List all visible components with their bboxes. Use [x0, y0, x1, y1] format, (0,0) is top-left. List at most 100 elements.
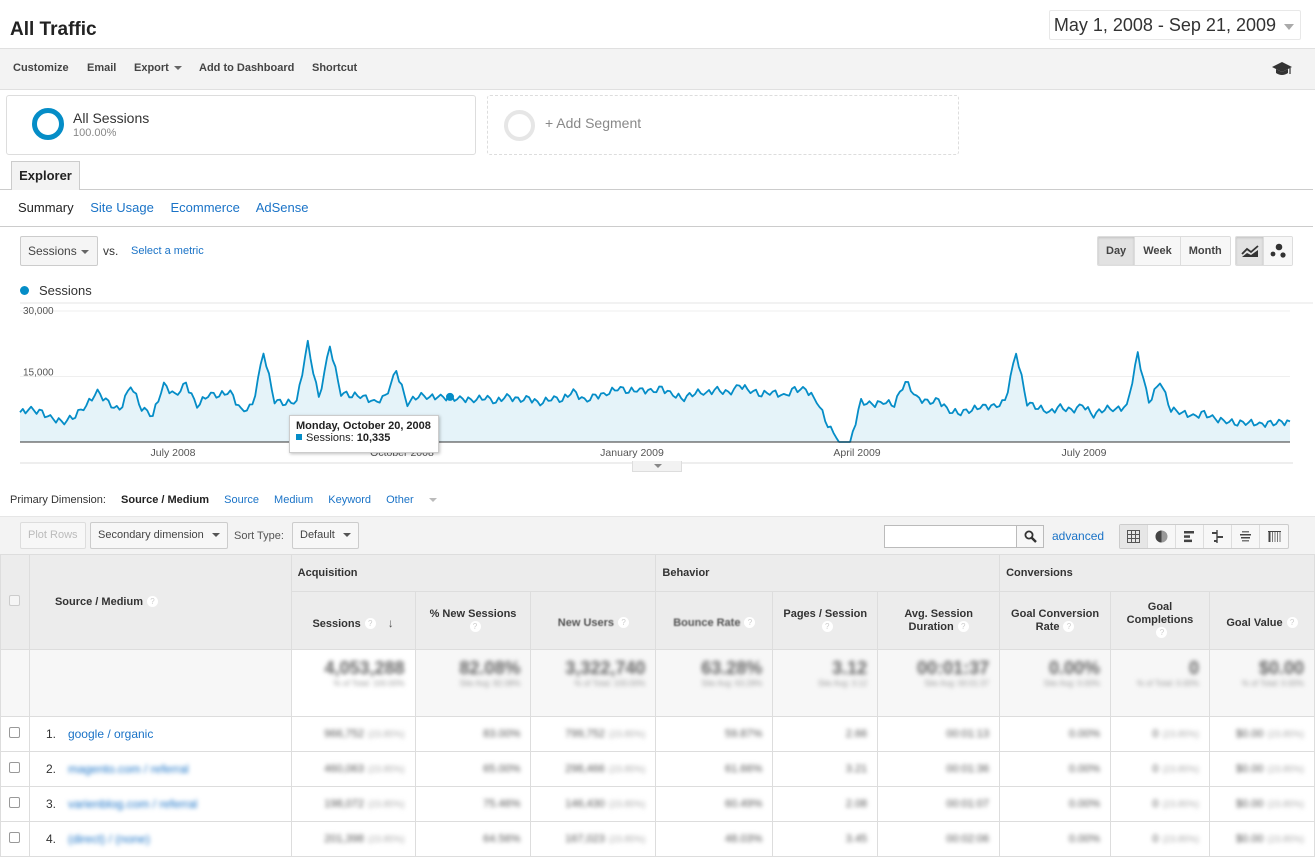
tab-explorer[interactable]: Explorer	[11, 161, 80, 190]
explorer-subtabs: Summary Site Usage Ecommerce AdSense	[18, 200, 322, 215]
date-range-picker[interactable]: May 1, 2008 - Sep 21, 2009	[1048, 10, 1301, 40]
help-icon[interactable]: ?	[957, 620, 969, 632]
row-metric-cell: 3.21	[772, 751, 879, 787]
col-goal-value[interactable]: Goal Value?	[1208, 591, 1315, 650]
select-metric-link[interactable]: Select a metric	[131, 245, 204, 257]
col-goal-completions[interactable]: Goal Completions?	[1110, 591, 1210, 650]
help-icon[interactable]: ?	[618, 617, 630, 628]
term-cloud-view-button[interactable]	[1232, 525, 1260, 548]
help-icon[interactable]: ?	[146, 596, 158, 607]
month-button[interactable]: Month	[1180, 237, 1230, 265]
table-search-input[interactable]	[884, 525, 1017, 548]
sessions-chart[interactable]: 30,00015,000July 2008 October 2008 January…	[0, 300, 1315, 465]
week-button[interactable]: Week	[1135, 237, 1181, 265]
select-all-checkbox[interactable]	[9, 595, 21, 606]
col-new-sessions-pct[interactable]: % New Sessions?	[414, 591, 532, 650]
help-icon[interactable]: ?	[744, 617, 756, 628]
email-button[interactable]: Email	[87, 62, 116, 74]
chevron-down-icon	[428, 498, 437, 503]
dimension-header[interactable]: Source / Medium?	[28, 554, 292, 650]
page-title: All Traffic	[10, 19, 97, 40]
help-icon[interactable]: ?	[364, 617, 376, 629]
col-goal-conversion-rate[interactable]: Goal Conversion Rate?	[999, 591, 1112, 650]
source-medium-link[interactable]: (direct) / (none)	[68, 832, 150, 846]
row-metric-cell: 48.03%	[655, 821, 774, 857]
total-value: 3.12	[832, 658, 868, 678]
row-dimension-cell: 3. varienblog.com / referral	[28, 786, 292, 822]
dimension-other[interactable]: Other	[386, 494, 449, 506]
add-to-dashboard-button[interactable]: Add to Dashboard	[199, 62, 294, 74]
motion-chart-icon	[1270, 243, 1286, 258]
dimension-source[interactable]: Source	[224, 494, 259, 506]
report-toolbar: Customize Email Export Add to Dashboard …	[0, 48, 1315, 90]
source-medium-link[interactable]: varienblog.com / referral	[68, 797, 197, 811]
help-icon[interactable]: ?	[469, 620, 481, 632]
metric-select[interactable]: Sessions	[20, 236, 98, 266]
customize-button[interactable]: Customize	[13, 62, 69, 74]
data-table: Source / Medium? Acquisition Behavior Co…	[0, 554, 1315, 857]
col-avg-session-duration[interactable]: Avg. Session Duration?	[877, 591, 1001, 650]
pct-of-total: (23.85%)	[368, 764, 405, 774]
col-bounce-rate[interactable]: Bounce Rate?	[655, 591, 774, 650]
help-icon[interactable]: ?	[821, 620, 833, 632]
dimension-keyword[interactable]: Keyword	[328, 494, 371, 506]
help-icon[interactable]: ?	[1286, 617, 1298, 628]
chart-collapse-toggle[interactable]	[632, 461, 682, 472]
pie-view-button[interactable]	[1148, 525, 1176, 548]
row-checkbox[interactable]	[9, 832, 21, 843]
dimension-medium[interactable]: Medium	[274, 494, 313, 506]
row-checkbox[interactable]	[9, 762, 21, 773]
shortcut-button[interactable]: Shortcut	[312, 62, 357, 74]
help-icon[interactable]: ?	[1156, 627, 1168, 638]
sort-type-select[interactable]: Default	[292, 522, 359, 549]
subtab-summary[interactable]: Summary	[18, 200, 74, 215]
source-medium-link[interactable]: google / organic	[68, 727, 153, 741]
row-metric-cell: 0.00%	[999, 751, 1112, 787]
total-cell: 3,322,740% of Total: 100.00%	[530, 649, 657, 717]
total-cell: 0.00% Site Avg: 0.00%	[999, 649, 1112, 717]
motion-chart-button[interactable]	[1264, 237, 1292, 265]
line-chart-button[interactable]	[1236, 237, 1264, 265]
col-new-users[interactable]: New Users?	[530, 591, 657, 650]
segment-ring-icon	[32, 108, 64, 140]
total-value: 63.28%	[701, 658, 763, 678]
subtab-adsense[interactable]: AdSense	[256, 200, 309, 215]
help-icon[interactable]: ?	[1063, 620, 1075, 632]
chevron-down-icon	[342, 533, 351, 538]
col-pages-session-label: Pages / Session	[783, 607, 868, 620]
export-button[interactable]: Export	[134, 62, 182, 74]
graduation-cap-icon[interactable]	[1271, 61, 1293, 77]
subtab-ecommerce[interactable]: Ecommerce	[170, 200, 239, 215]
row-checkbox[interactable]	[9, 797, 21, 808]
row-checkbox[interactable]	[9, 727, 21, 738]
x-tick-label: July 2009	[1062, 447, 1107, 459]
sort-type-label: Sort Type:	[234, 530, 284, 542]
source-medium-link[interactable]: magento.com / referral	[68, 762, 189, 776]
search-button[interactable]	[1016, 525, 1044, 548]
plot-rows-button[interactable]: Plot Rows	[20, 522, 86, 549]
secondary-dimension-select[interactable]: Secondary dimension	[90, 522, 228, 549]
row-metric-cell: 00:01:36	[877, 751, 1001, 787]
secondary-dimension-label: Secondary dimension	[98, 529, 204, 541]
row-metric-cell: 2.08	[772, 786, 879, 822]
day-button[interactable]: Day	[1098, 237, 1136, 265]
comparison-view-button[interactable]	[1204, 525, 1232, 548]
subtab-site-usage[interactable]: Site Usage	[90, 200, 154, 215]
add-segment-button[interactable]: + Add Segment	[487, 95, 959, 155]
advanced-filter-link[interactable]: advanced	[1052, 529, 1104, 543]
metric-value: 59.87%	[724, 728, 763, 740]
bar-view-button[interactable]	[1176, 525, 1204, 548]
total-value: 0	[1188, 658, 1199, 678]
segment-all-sessions[interactable]: All Sessions 100.00%	[6, 95, 476, 155]
table-view-button[interactable]	[1120, 525, 1148, 548]
col-new-users-label: New Users	[557, 617, 615, 629]
row-number: 1.	[45, 727, 56, 741]
total-value: $0.00	[1258, 658, 1304, 678]
pivot-view-button[interactable]	[1260, 525, 1288, 548]
col-pages-session[interactable]: Pages / Session?	[772, 591, 879, 650]
col-sessions[interactable]: Sessions? ↓	[290, 591, 416, 650]
metric-value: $0.00	[1235, 833, 1264, 845]
row-dimension-cell: 4. (direct) / (none)	[28, 821, 292, 857]
total-subtext: Site Avg: 82.08%	[459, 679, 521, 688]
total-value: 82.08%	[459, 658, 521, 678]
